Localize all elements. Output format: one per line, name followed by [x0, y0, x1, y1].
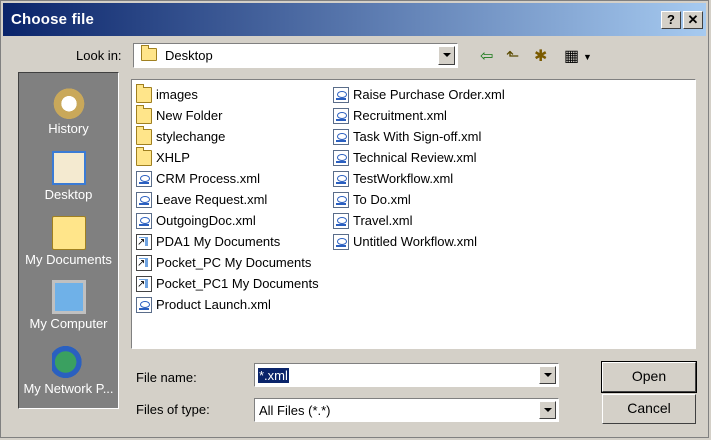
file-list-item[interactable]: New Folder: [136, 104, 319, 126]
file-name: stylechange: [156, 129, 226, 144]
file-name: images: [156, 87, 198, 102]
file-list-item[interactable]: Travel.xml: [333, 210, 505, 231]
my-network-places-icon: [51, 345, 86, 379]
file-name: OutgoingDoc.xml: [156, 213, 256, 228]
file-name: CRM Process.xml: [156, 171, 261, 186]
file-name: XHLP: [156, 150, 190, 165]
file-list-item[interactable]: Technical Review.xml: [333, 147, 505, 168]
xml-file-icon: [333, 149, 349, 166]
xml-file-icon: [333, 107, 349, 124]
history-icon: [51, 85, 86, 119]
shortcut-icon: [136, 254, 152, 271]
file-list-item[interactable]: Pocket_PC My Documents: [136, 252, 319, 273]
file-list-item[interactable]: Pocket_PC1 My Documents: [136, 273, 319, 294]
folder-icon: [136, 104, 152, 124]
view-menu-icon[interactable]: ▦: [564, 47, 579, 67]
look-in-dropdown[interactable]: Desktop: [133, 43, 458, 68]
open-button[interactable]: Open: [601, 361, 697, 393]
choose-file-dialog: Choose file ? ✕ Look in: Desktop ⇦ ⬑ ✱ ▦…: [0, 0, 709, 438]
file-name: Untitled Workflow.xml: [353, 234, 478, 249]
file-name: Travel.xml: [353, 213, 413, 228]
file-list-item[interactable]: Leave Request.xml: [136, 189, 319, 210]
file-name: To Do.xml: [353, 192, 411, 207]
view-dropdown-arrow-icon[interactable]: ▼: [583, 47, 592, 67]
file-list-item[interactable]: TestWorkflow.xml: [333, 168, 505, 189]
xml-file-icon: [136, 296, 152, 313]
file-name: Raise Purchase Order.xml: [353, 87, 505, 102]
file-list[interactable]: images New Folder stylechange XHLP CRM Proce…: [131, 79, 696, 349]
file-list-item[interactable]: XHLP: [136, 146, 319, 168]
places-item-history[interactable]: History: [19, 85, 118, 136]
files-of-type-value: All Files (*.*): [259, 403, 331, 418]
chevron-down-icon[interactable]: [438, 46, 455, 65]
up-folder-icon[interactable]: ⬑: [506, 47, 519, 67]
places-item-my-network-places[interactable]: My Network P...: [19, 345, 118, 396]
file-list-item[interactable]: images: [136, 83, 319, 105]
xml-file-icon: [333, 86, 349, 103]
close-button[interactable]: ✕: [683, 11, 703, 29]
file-list-item[interactable]: Task With Sign-off.xml: [333, 126, 505, 147]
places-item-desktop[interactable]: Desktop: [19, 151, 118, 202]
folder-icon: [136, 146, 152, 166]
desktop-icon: [51, 151, 86, 185]
back-icon[interactable]: ⇦: [480, 47, 493, 67]
file-list-item[interactable]: Recruitment.xml: [333, 105, 505, 126]
cancel-button[interactable]: Cancel: [602, 394, 696, 424]
file-name: TestWorkflow.xml: [353, 171, 454, 186]
file-name: Pocket_PC My Documents: [156, 255, 312, 270]
file-list-item[interactable]: Untitled Workflow.xml: [333, 231, 505, 252]
xml-file-icon: [333, 170, 349, 187]
file-list-item[interactable]: CRM Process.xml: [136, 168, 319, 189]
file-list-item[interactable]: Raise Purchase Order.xml: [333, 84, 505, 105]
xml-file-icon: [333, 212, 349, 229]
folder-icon: [136, 83, 152, 103]
help-button[interactable]: ?: [661, 11, 681, 29]
places-item-my-computer[interactable]: My Computer: [19, 280, 118, 331]
files-of-type-dropdown[interactable]: All Files (*.*): [254, 398, 559, 422]
xml-file-icon: [333, 233, 349, 250]
file-name: Technical Review.xml: [353, 150, 477, 165]
xml-file-icon: [136, 212, 152, 229]
places-item-my-documents[interactable]: My Documents: [19, 216, 118, 267]
new-folder-icon[interactable]: ✱: [534, 47, 547, 67]
xml-file-icon: [333, 128, 349, 145]
file-list-item[interactable]: stylechange: [136, 125, 319, 147]
file-list-item[interactable]: OutgoingDoc.xml: [136, 210, 319, 231]
file-column-1: images New Folder stylechange XHLP CRM Proce…: [136, 83, 319, 315]
file-column-2: Raise Purchase Order.xml Recruitment.xml T…: [333, 84, 505, 252]
file-name: Leave Request.xml: [156, 192, 268, 207]
title-bar[interactable]: Choose file ? ✕: [3, 3, 706, 36]
places-bar: History Desktop My Documents My Computer…: [18, 72, 119, 409]
file-list-item[interactable]: To Do.xml: [333, 189, 505, 210]
folder-icon: [136, 125, 152, 145]
xml-file-icon: [333, 191, 349, 208]
chevron-down-icon[interactable]: [539, 366, 556, 384]
xml-file-icon: [136, 191, 152, 208]
file-name: New Folder: [156, 108, 223, 123]
file-name: Recruitment.xml: [353, 108, 447, 123]
file-name-value: *.xml: [258, 368, 289, 383]
file-name: Task With Sign-off.xml: [353, 129, 482, 144]
file-name: PDA1 My Documents: [156, 234, 281, 249]
file-list-item[interactable]: Product Launch.xml: [136, 294, 319, 315]
xml-file-icon: [136, 170, 152, 187]
look-in-value: Desktop: [165, 48, 213, 63]
chevron-down-icon[interactable]: [539, 401, 556, 419]
my-documents-icon: [51, 216, 86, 250]
my-computer-icon: [51, 280, 86, 314]
file-name: Product Launch.xml: [156, 297, 271, 312]
look-in-label: Look in:: [76, 48, 122, 63]
dialog-title: Choose file: [11, 11, 95, 28]
file-name: Pocket_PC1 My Documents: [156, 276, 319, 291]
file-name-label: File name:: [136, 370, 197, 385]
folder-icon: [141, 45, 157, 61]
shortcut-icon: [136, 233, 152, 250]
files-of-type-label: Files of type:: [136, 402, 210, 417]
file-list-item[interactable]: PDA1 My Documents: [136, 231, 319, 252]
shortcut-icon: [136, 275, 152, 292]
file-name-input[interactable]: *.xml: [254, 363, 559, 387]
